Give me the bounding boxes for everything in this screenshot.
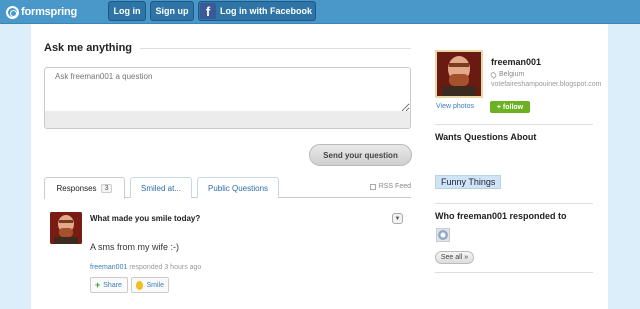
top-bar: formspring Log in Sign up f Log in with … [0,0,640,24]
facebook-icon: f [200,3,216,19]
follow-button[interactable]: + follow [490,101,530,113]
tabs: Responses 3 Smiled at... Public Question… [44,177,411,199]
question-box [44,67,411,129]
location-pin-icon [489,70,498,79]
facebook-login-button[interactable]: f Log in with Facebook [198,1,316,21]
divider [140,48,411,49]
tab-smiled-at[interactable]: Smiled at... [130,177,192,198]
wants-questions-title: Wants Questions About [435,132,537,142]
divider [435,272,593,273]
rss-label: RSS Feed [378,183,411,190]
profile-website-link[interactable]: votefaireshampouiner.blogspot.com [491,80,602,89]
question-input[interactable] [45,68,410,112]
smile-label: Smile [146,281,164,289]
rss-icon [369,183,376,190]
response-time: responded 3 hours ago [129,264,202,271]
logo-icon [6,5,19,19]
formspring-logo[interactable]: formspring [6,4,77,20]
response-item: What made you smile today? ▼ A sms from … [44,207,411,309]
divider [435,203,593,204]
share-label: Share [103,281,122,289]
tab-responses[interactable]: Responses 3 [44,177,125,199]
response-meta: freeman001 responded 3 hours ago [90,264,201,271]
tab-public-questions[interactable]: Public Questions [197,177,279,198]
signup-button[interactable]: Sign up [150,1,194,21]
answer-text: A sms from my wife :-) [90,242,180,252]
avatar[interactable] [50,212,82,244]
login-button[interactable]: Log in [108,1,146,21]
question-box-footer [45,111,410,128]
view-photos-link[interactable]: View photos [436,103,474,110]
main-panel: Ask me anything Send your question Respo… [31,24,608,309]
topic-tag[interactable]: Funny Things [435,175,502,189]
plus-icon: + [95,280,101,290]
responded-to-title: Who freeman001 responded to [435,211,567,221]
smiley-icon [136,280,144,290]
tab-responses-label: Responses [56,184,97,193]
responded-user-avatar[interactable] [436,228,450,242]
profile-avatar[interactable] [435,50,483,98]
response-user-link[interactable]: freeman001 [90,264,127,271]
divider [435,124,593,125]
logo-text: formspring [21,6,78,18]
left-column: Ask me anything Send your question Respo… [44,42,412,293]
dropdown-arrow-icon[interactable]: ▼ [392,213,403,224]
send-question-button[interactable]: Send your question [309,144,412,166]
location-text: Belgium [499,71,525,78]
smile-button[interactable]: Smile [131,277,169,293]
see-all-button[interactable]: See all » [435,251,474,264]
facebook-login-label: Log in with Facebook [220,6,312,16]
profile-location: Belgium [489,70,525,79]
responses-count-badge: 3 [100,184,113,193]
profile-username[interactable]: freeman001 [491,57,541,67]
question-text[interactable]: What made you smile today? [90,214,200,223]
rss-feed-link[interactable]: RSS Feed [369,183,411,190]
share-button[interactable]: + Share [90,277,128,293]
